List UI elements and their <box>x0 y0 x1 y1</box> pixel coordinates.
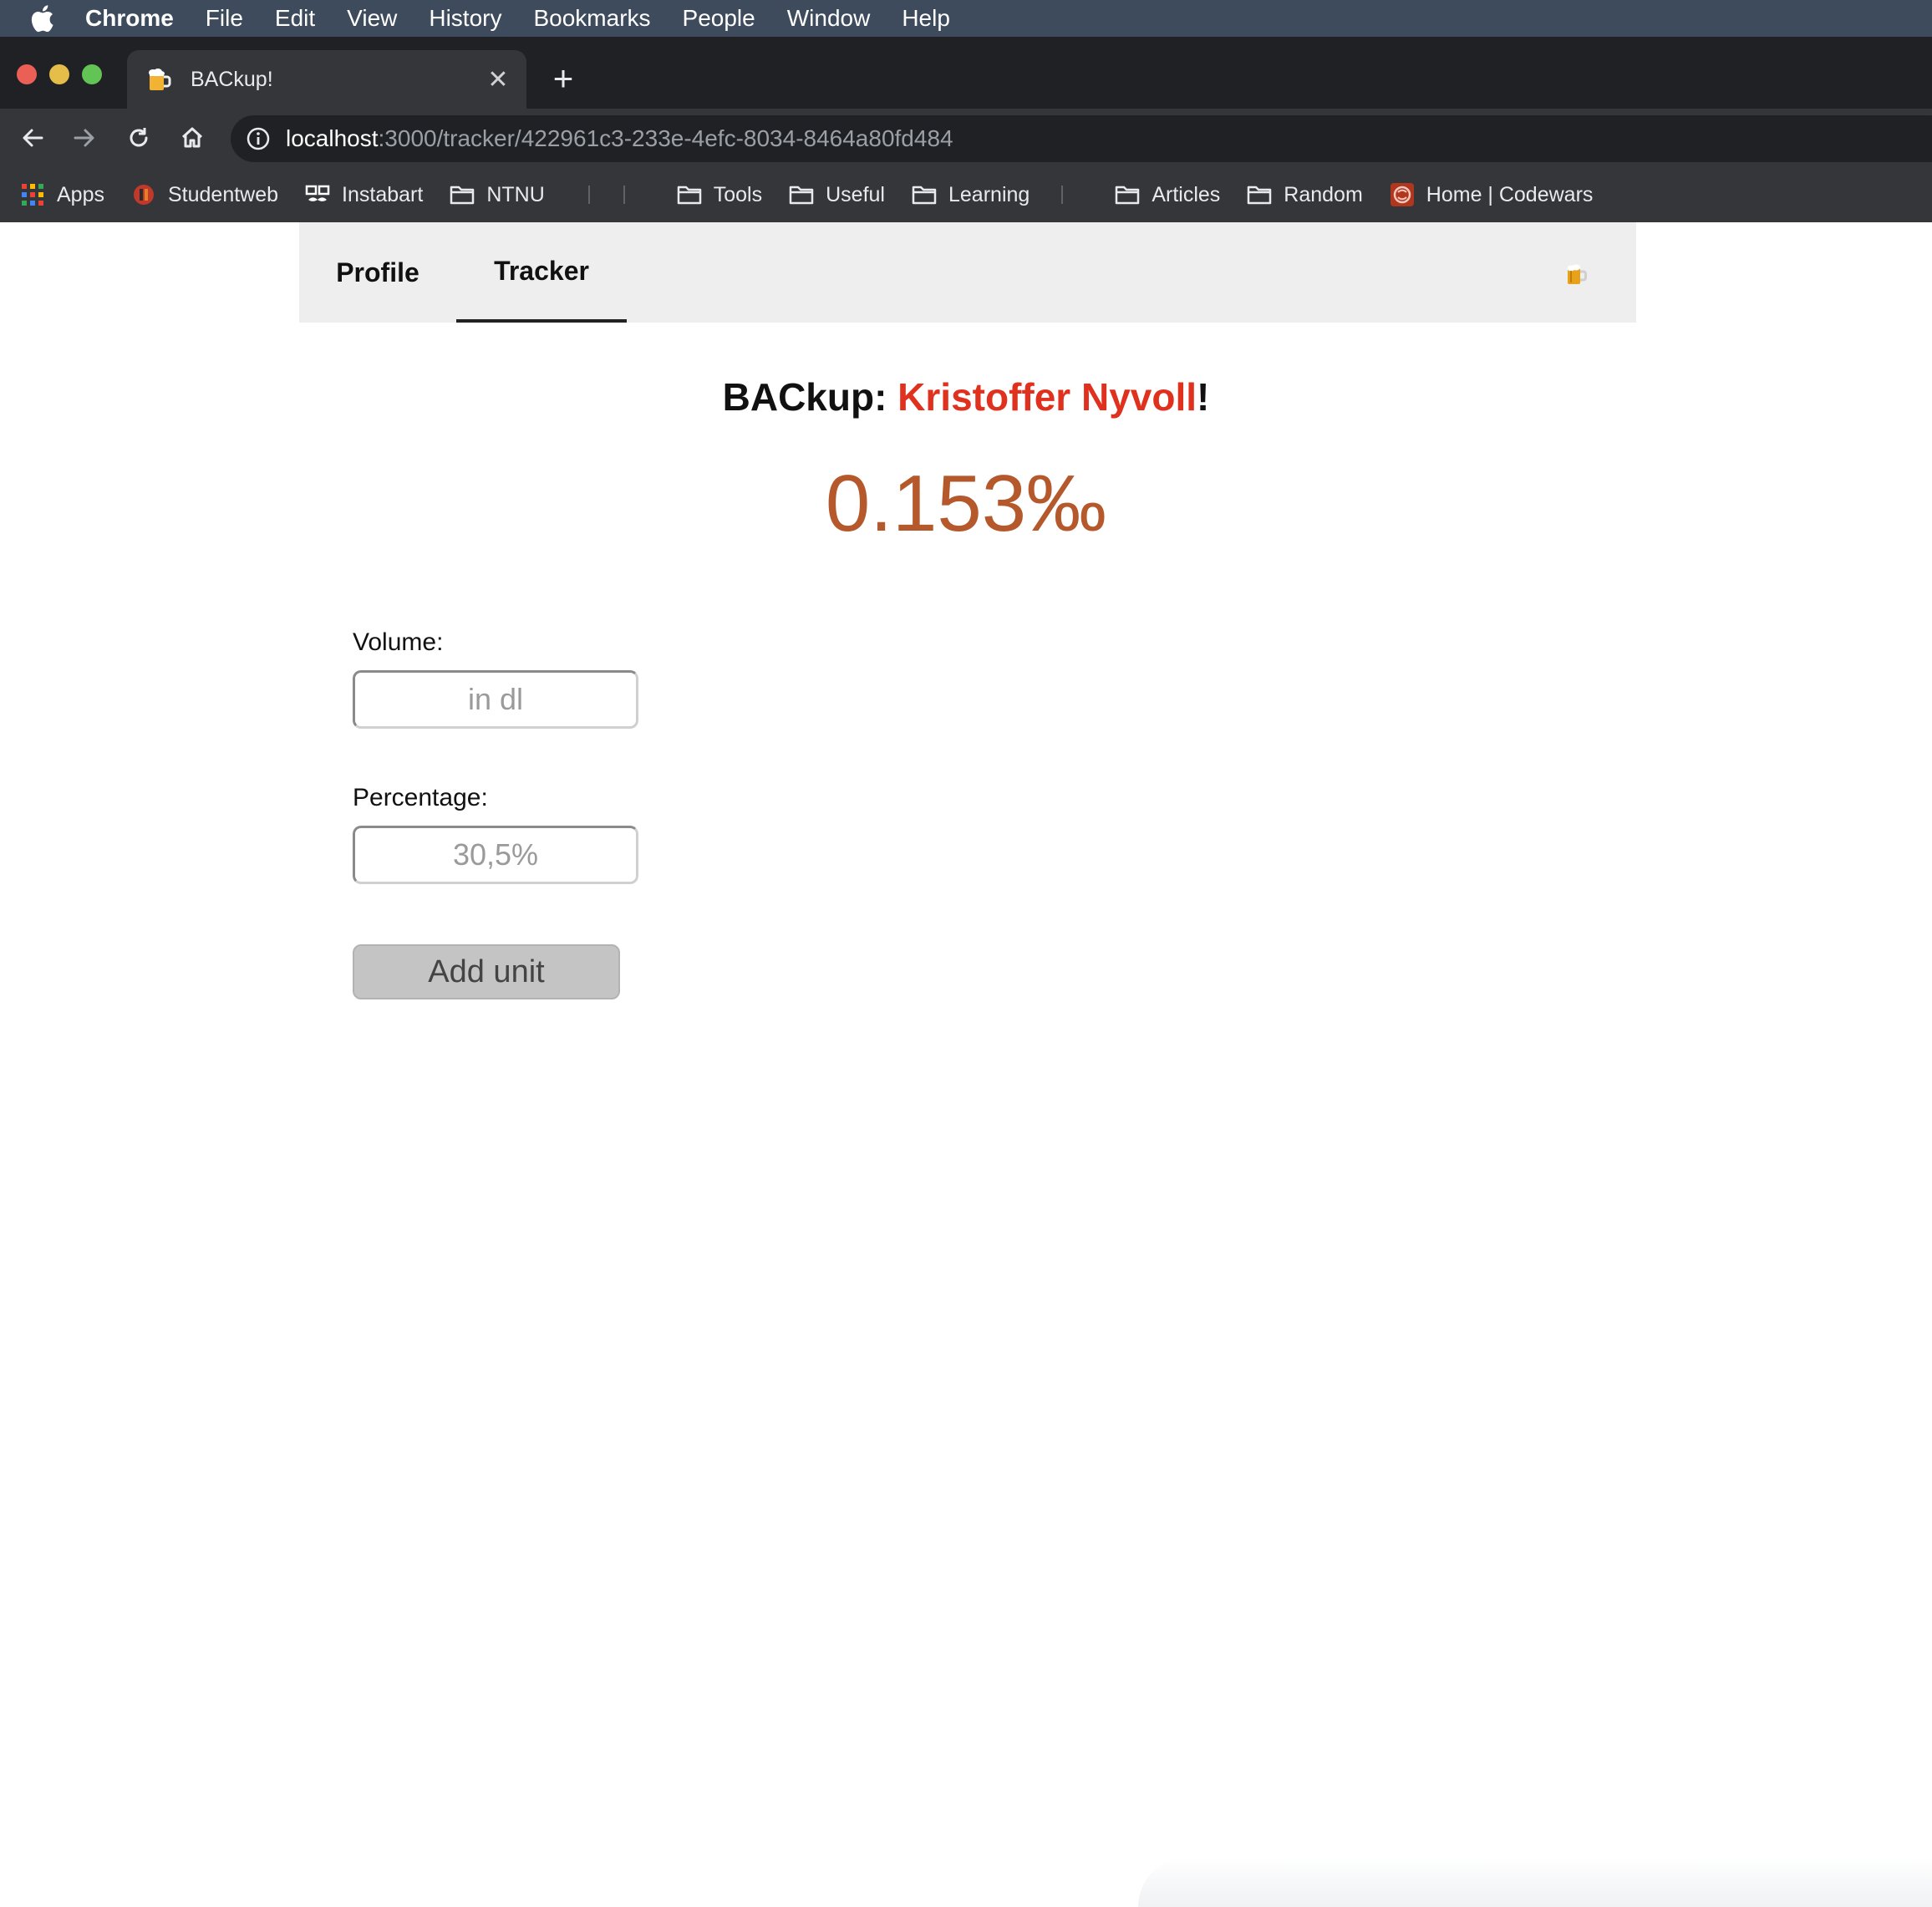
bookmark-folder-ntnu[interactable]: NTNU <box>450 182 545 207</box>
window-close-button[interactable] <box>17 64 37 84</box>
percentage-input[interactable] <box>353 826 638 884</box>
bookmark-studentweb[interactable]: Studentweb <box>131 182 278 207</box>
home-icon[interactable] <box>173 119 211 157</box>
url-host: localhost <box>286 125 379 151</box>
nav-tab-tracker[interactable]: Tracker <box>456 222 627 323</box>
bookmarks-bar: Apps Studentweb Instabart NTNU Tools Use… <box>0 167 1932 222</box>
volume-label: Volume: <box>353 628 444 656</box>
folder-icon <box>450 182 475 207</box>
bookmark-apps[interactable]: Apps <box>20 182 104 207</box>
bookmark-folder-random[interactable]: Random <box>1247 182 1363 207</box>
codewars-logo-icon <box>1390 182 1415 207</box>
folder-icon <box>912 182 937 207</box>
site-info-icon[interactable] <box>246 126 271 151</box>
close-tab-icon[interactable]: ✕ <box>483 64 513 94</box>
bookmark-codewars[interactable]: Home | Codewars <box>1390 182 1594 207</box>
apple-logo-icon[interactable] <box>27 3 57 33</box>
bookmark-label: Studentweb <box>167 182 279 206</box>
address-bar[interactable]: localhost:3000/tracker/422961c3-233e-4ef… <box>231 115 1932 162</box>
user-name: Kristoffer Nyvoll <box>897 375 1197 419</box>
new-tab-button[interactable]: + <box>545 60 582 97</box>
volume-input[interactable] <box>353 670 638 729</box>
bookmark-folder-useful[interactable]: Useful <box>789 182 885 207</box>
window-zoom-button[interactable] <box>82 64 102 84</box>
folder-icon <box>1247 182 1272 207</box>
browser-tab-strip: BACkup! ✕ + <box>0 37 1932 109</box>
folder-icon <box>789 182 814 207</box>
bookmark-label: Useful <box>826 182 885 206</box>
browser-toolbar: localhost:3000/tracker/422961c3-233e-4ef… <box>0 109 1932 167</box>
menu-bookmarks[interactable]: Bookmarks <box>533 5 650 32</box>
menu-view[interactable]: View <box>347 5 397 32</box>
url-path: :3000/tracker/422961c3-233e-4efc-8034-84… <box>378 125 953 151</box>
bookmark-separator <box>587 186 590 204</box>
bookmark-label: Tools <box>713 182 763 206</box>
page-title: BACkup: Kristoffer Nyvoll! <box>0 374 1932 420</box>
nav-tab-profile[interactable]: Profile <box>299 222 456 323</box>
folder-icon <box>677 182 702 207</box>
menu-app-chrome[interactable]: Chrome <box>85 5 174 32</box>
bookmark-label: NTNU <box>486 182 545 206</box>
bookmark-label: Articles <box>1152 182 1221 206</box>
app-nav-bar: Profile Tracker <box>299 222 1636 323</box>
browser-tab-backup[interactable]: BACkup! ✕ <box>127 50 526 109</box>
title-suffix: ! <box>1197 375 1210 419</box>
menu-file[interactable]: File <box>206 5 243 32</box>
bookmark-folder-articles[interactable]: Articles <box>1115 182 1220 207</box>
bookmark-label: Apps <box>57 182 104 206</box>
tab-title: BACkup! <box>191 67 273 91</box>
beer-mug-icon[interactable] <box>1563 261 1589 287</box>
bookmark-label: Home | Codewars <box>1426 182 1594 206</box>
menu-people[interactable]: People <box>683 5 755 32</box>
menu-help[interactable]: Help <box>902 5 950 32</box>
studentweb-icon <box>131 182 156 207</box>
reload-icon[interactable] <box>119 119 158 157</box>
percentage-label: Percentage: <box>353 784 488 811</box>
instabart-mustache-icon <box>305 182 330 207</box>
menu-edit[interactable]: Edit <box>275 5 315 32</box>
bac-readout: 0.153‰ <box>825 459 1107 548</box>
add-unit-button[interactable]: Add unit <box>353 944 620 999</box>
folder-icon <box>1115 182 1140 207</box>
menu-window[interactable]: Window <box>787 5 871 32</box>
window-shadow <box>1138 1857 1932 1907</box>
field-spacer <box>353 729 687 784</box>
add-unit-form: Volume: Percentage: Add unit <box>353 628 687 999</box>
beer-mug-icon <box>145 66 172 93</box>
bookmark-folder-tools[interactable]: Tools <box>677 182 762 207</box>
macos-menu-bar: Chrome File Edit View History Bookmarks … <box>0 0 1932 37</box>
bookmark-folder-learning[interactable]: Learning <box>912 182 1030 207</box>
bookmark-separator <box>1061 186 1064 204</box>
title-prefix: BACkup: <box>722 375 898 419</box>
bookmark-label: Random <box>1284 182 1363 206</box>
bookmark-label: Learning <box>948 182 1030 206</box>
back-arrow-icon[interactable] <box>13 119 52 157</box>
menu-history[interactable]: History <box>429 5 501 32</box>
bookmark-label: Instabart <box>342 182 424 206</box>
apps-grid-icon <box>20 182 45 207</box>
window-minimize-button[interactable] <box>49 64 69 84</box>
forward-arrow-icon[interactable] <box>65 119 104 157</box>
bookmark-separator <box>623 186 625 204</box>
bookmark-instabart[interactable]: Instabart <box>305 182 423 207</box>
